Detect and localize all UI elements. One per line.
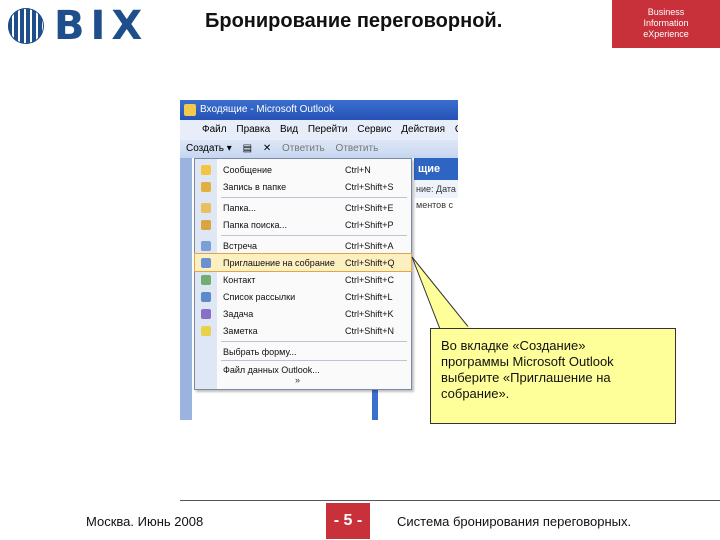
menu-edit[interactable]: Правка	[236, 124, 270, 135]
menu-separator	[221, 341, 407, 342]
brand-box: Business Information eXperience	[612, 0, 720, 48]
menu-separator	[221, 235, 407, 236]
inbox-empty-text: ментов с	[416, 200, 453, 210]
task-icon	[201, 308, 211, 319]
menu-item-shortcut: Ctrl+Shift+C	[345, 274, 395, 285]
menu-item-note[interactable]: Заметка Ctrl+Shift+N	[195, 322, 411, 339]
contact-icon	[201, 274, 211, 285]
menu-item-label: Запись в папке	[223, 181, 287, 192]
menu-item-label: Список рассылки	[223, 291, 296, 302]
create-button-label: Создать	[186, 143, 225, 154]
outlook-app-icon	[184, 104, 196, 116]
menu-actions[interactable]: Действия	[401, 124, 445, 135]
menu-item-label: Встреча	[223, 240, 258, 251]
menu-item-shortcut: Ctrl+Shift+K	[345, 308, 394, 319]
folder-icon	[201, 202, 211, 213]
note-icon	[201, 325, 211, 336]
menu-item-shortcut: Ctrl+Shift+Q	[345, 257, 395, 268]
menu-item-search-folder[interactable]: Папка поиска... Ctrl+Shift+P	[195, 216, 411, 233]
navigation-pane	[180, 158, 192, 420]
envelope-icon	[201, 164, 211, 175]
menu-item-label: Контакт	[223, 274, 256, 285]
menu-item-shortcut: Ctrl+Shift+S	[345, 181, 394, 192]
create-button[interactable]: Создать ▾	[186, 143, 232, 154]
delete-icon[interactable]: ✕	[263, 143, 271, 154]
expand-menu-chevron-icon[interactable]: »	[295, 375, 300, 385]
menu-item-label: Задача	[223, 308, 254, 319]
create-dropdown-menu: Сообщение Ctrl+N Запись в папке Ctrl+Shi…	[194, 158, 412, 390]
outlook-menubar: Файл Правка Вид Перейти Сервис Действия …	[180, 120, 458, 140]
globe-logo-icon	[8, 8, 44, 44]
footer-caption: Система бронирования переговорных.	[397, 514, 632, 529]
menu-item-label: Выбрать форму...	[223, 346, 297, 357]
callout-line-2: программы Microsoft Outlook	[441, 354, 614, 369]
footer-divider	[180, 500, 720, 501]
inbox-pane-title: щие	[414, 158, 458, 180]
calendar-icon	[201, 240, 211, 251]
menu-item-shortcut: Ctrl+Shift+A	[345, 240, 394, 251]
menu-item-folder[interactable]: Папка... Ctrl+Shift+E	[195, 199, 411, 216]
search-folder-icon	[201, 219, 211, 230]
meeting-icon	[201, 257, 211, 268]
reply-button[interactable]: Ответить	[282, 143, 325, 154]
callout-line-4: собрание».	[441, 386, 510, 401]
menu-view[interactable]: Вид	[280, 124, 298, 135]
slide-title: Бронирование переговорной.	[205, 10, 503, 32]
instruction-callout: Во вкладке «Создание» программы Microsof…	[430, 328, 676, 424]
brand-line-1: Business	[647, 7, 685, 17]
footer-location-date: Москва. Июнь 2008	[86, 514, 204, 529]
menu-item-appointment[interactable]: Встреча Ctrl+Shift+A	[195, 237, 411, 254]
outlook-toolbar: Создать ▾ ▤ ✕ Ответить Ответить	[180, 140, 458, 158]
outlook-titlebar: Входящие - Microsoft Outlook	[180, 100, 458, 120]
menu-help[interactable]: Сп	[455, 124, 458, 135]
menu-item-label: Заметка	[223, 325, 258, 336]
menu-item-label: Сообщение	[223, 164, 272, 175]
arrange-by-label[interactable]: ние: Дата	[414, 180, 458, 198]
menu-item-data-file[interactable]: Файл данных Outlook...	[195, 361, 411, 378]
brand-line-2: Information	[643, 18, 689, 28]
menu-file[interactable]: Файл	[202, 124, 227, 135]
reply-all-button[interactable]: Ответить	[336, 143, 379, 154]
menu-item-distribution-list[interactable]: Список рассылки Ctrl+Shift+L	[195, 288, 411, 305]
menu-item-contact[interactable]: Контакт Ctrl+Shift+C	[195, 271, 411, 288]
menu-item-choose-form[interactable]: Выбрать форму...	[195, 343, 411, 360]
menu-item-task[interactable]: Задача Ctrl+Shift+K	[195, 305, 411, 322]
print-icon[interactable]: ▤	[243, 143, 252, 154]
menu-item-shortcut: Ctrl+Shift+N	[345, 325, 395, 336]
logo-text: BIX	[54, 3, 149, 49]
brand-line-3: eXperience	[643, 29, 689, 39]
menu-separator	[221, 197, 407, 198]
post-icon	[201, 181, 211, 192]
bix-logo: BIX	[8, 6, 156, 46]
menu-item-shortcut: Ctrl+Shift+E	[345, 202, 394, 213]
menu-go[interactable]: Перейти	[308, 124, 348, 135]
distribution-list-icon	[201, 291, 211, 302]
callout-line-1: Во вкладке «Создание»	[441, 338, 586, 353]
page-number: - 5 -	[326, 503, 370, 539]
callout-line-3: выберите «Приглашение на	[441, 370, 611, 385]
menu-item-message[interactable]: Сообщение Ctrl+N	[195, 161, 411, 178]
menu-item-meeting-request[interactable]: Приглашение на собрание Ctrl+Shift+Q	[194, 253, 412, 272]
menu-item-post[interactable]: Запись в папке Ctrl+Shift+S	[195, 178, 411, 195]
menu-item-shortcut: Ctrl+Shift+L	[345, 291, 393, 302]
menu-item-label: Папка поиска...	[223, 219, 288, 230]
menu-item-label: Файл данных Outlook...	[223, 364, 320, 375]
menu-item-label: Папка...	[223, 202, 256, 213]
menu-item-shortcut: Ctrl+Shift+P	[345, 219, 394, 230]
window-title: Входящие - Microsoft Outlook	[200, 104, 335, 115]
callout-pointer	[411, 256, 472, 330]
menu-item-shortcut: Ctrl+N	[345, 164, 371, 175]
menu-tools[interactable]: Сервис	[357, 124, 391, 135]
menu-item-label: Приглашение на собрание	[223, 257, 335, 268]
